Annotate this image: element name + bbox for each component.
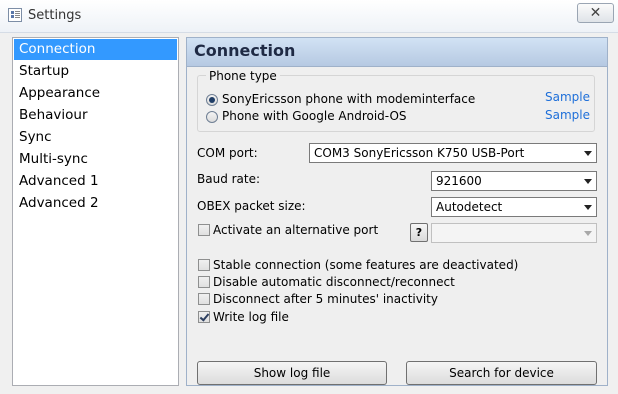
radio-android[interactable] xyxy=(206,111,218,123)
stable-connection-label[interactable]: Stable connection (some features are dea… xyxy=(213,258,518,272)
com-port-select[interactable]: COM3 SonyEricsson K750 USB-Port xyxy=(309,143,597,163)
search-for-device-button[interactable]: Search for device xyxy=(406,361,597,385)
settings-app-icon xyxy=(8,8,22,22)
nav-item-startup[interactable]: Startup xyxy=(14,61,177,82)
alt-port-select xyxy=(431,223,597,243)
phone-type-group: Phone type SonyEricsson phone with modem… xyxy=(197,69,595,132)
nav-item-appearance[interactable]: Appearance xyxy=(14,83,177,104)
chevron-down-icon xyxy=(584,151,592,156)
close-button[interactable]: ✕ xyxy=(577,3,614,23)
phone-type-legend: Phone type xyxy=(206,69,280,83)
settings-category-list: Connection Startup Appearance Behaviour … xyxy=(12,37,179,386)
write-log-checkbox[interactable] xyxy=(198,311,210,323)
radio-sonyericsson-label[interactable]: SonyEricsson phone with modeminterface xyxy=(222,92,475,106)
nav-item-multi-sync[interactable]: Multi-sync xyxy=(14,149,177,170)
disable-auto-reconnect-label[interactable]: Disable automatic disconnect/reconnect xyxy=(213,275,455,289)
window-title: Settings xyxy=(28,8,82,23)
sample-link-sonyericsson[interactable]: Sample xyxy=(545,90,590,104)
alt-port-label[interactable]: Activate an alternative port xyxy=(213,223,378,237)
obex-packet-size-value: Autodetect xyxy=(436,200,503,214)
obex-packet-size-select[interactable]: Autodetect xyxy=(431,197,597,217)
nav-item-advanced-2[interactable]: Advanced 2 xyxy=(14,193,177,214)
com-port-value: COM3 SonyEricsson K750 USB-Port xyxy=(314,146,525,160)
alt-port-help-button[interactable]: ? xyxy=(410,223,428,242)
nav-item-behaviour[interactable]: Behaviour xyxy=(14,105,177,126)
radio-android-label[interactable]: Phone with Google Android-OS xyxy=(222,109,407,123)
baud-rate-value: 921600 xyxy=(436,174,482,188)
alt-port-checkbox[interactable] xyxy=(198,224,210,236)
disconnect-inactivity-checkbox[interactable] xyxy=(198,293,210,305)
chevron-down-icon xyxy=(584,231,592,236)
nav-item-advanced-1[interactable]: Advanced 1 xyxy=(14,171,177,192)
sample-link-android[interactable]: Sample xyxy=(545,108,590,122)
nav-item-sync[interactable]: Sync xyxy=(14,127,177,148)
chevron-down-icon xyxy=(584,205,592,210)
nav-item-connection[interactable]: Connection xyxy=(14,39,177,60)
baud-rate-select[interactable]: 921600 xyxy=(431,171,597,191)
disconnect-inactivity-label[interactable]: Disconnect after 5 minutes' inactivity xyxy=(213,292,438,306)
show-log-file-button[interactable]: Show log file xyxy=(197,361,387,385)
write-log-label[interactable]: Write log file xyxy=(213,310,289,324)
panel-title: Connection xyxy=(194,41,296,60)
title-bar: Settings ✕ xyxy=(0,0,618,33)
com-port-label: COM port: xyxy=(197,146,258,160)
connection-panel: Connection Phone type SonyEricsson phone… xyxy=(186,37,608,386)
chevron-down-icon xyxy=(584,179,592,184)
disable-auto-reconnect-checkbox[interactable] xyxy=(198,276,210,288)
radio-sonyericsson[interactable] xyxy=(206,94,218,106)
panel-header: Connection xyxy=(187,38,607,67)
baud-rate-label: Baud rate: xyxy=(197,172,261,186)
obex-packet-size-label: OBEX packet size: xyxy=(197,199,306,213)
stable-connection-checkbox[interactable] xyxy=(198,259,210,271)
